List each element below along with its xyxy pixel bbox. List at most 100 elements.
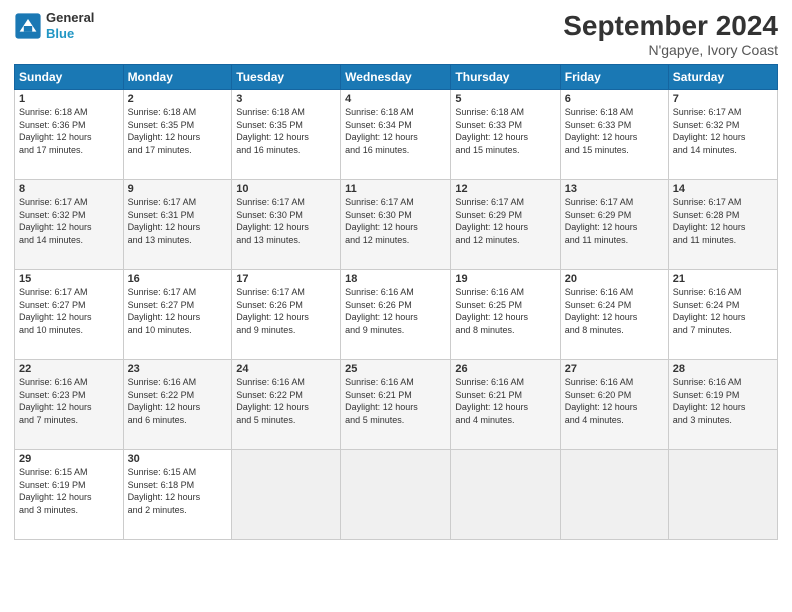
calendar-cell (668, 450, 777, 540)
day-number: 29 (19, 453, 119, 465)
calendar-cell (560, 450, 668, 540)
day-info: Sunrise: 6:16 AMSunset: 6:24 PMDaylight:… (673, 286, 773, 336)
day-info: Sunrise: 6:18 AMSunset: 6:33 PMDaylight:… (455, 106, 555, 156)
calendar-cell: 15Sunrise: 6:17 AMSunset: 6:27 PMDayligh… (15, 270, 124, 360)
calendar-cell: 26Sunrise: 6:16 AMSunset: 6:21 PMDayligh… (451, 360, 560, 450)
title-block: September 2024 N'gapye, Ivory Coast (563, 10, 778, 58)
day-info: Sunrise: 6:17 AMSunset: 6:31 PMDaylight:… (128, 196, 228, 246)
day-number: 21 (673, 273, 773, 285)
day-number: 30 (128, 453, 228, 465)
calendar-cell: 7Sunrise: 6:17 AMSunset: 6:32 PMDaylight… (668, 90, 777, 180)
day-info: Sunrise: 6:16 AMSunset: 6:26 PMDaylight:… (345, 286, 446, 336)
calendar-week-row: 22Sunrise: 6:16 AMSunset: 6:23 PMDayligh… (15, 360, 778, 450)
calendar-week-row: 8Sunrise: 6:17 AMSunset: 6:32 PMDaylight… (15, 180, 778, 270)
day-number: 11 (345, 183, 446, 195)
calendar-cell: 17Sunrise: 6:17 AMSunset: 6:26 PMDayligh… (232, 270, 341, 360)
calendar-week-row: 29Sunrise: 6:15 AMSunset: 6:19 PMDayligh… (15, 450, 778, 540)
day-info: Sunrise: 6:17 AMSunset: 6:29 PMDaylight:… (455, 196, 555, 246)
day-info: Sunrise: 6:17 AMSunset: 6:29 PMDaylight:… (565, 196, 664, 246)
day-number: 4 (345, 93, 446, 105)
day-info: Sunrise: 6:17 AMSunset: 6:26 PMDaylight:… (236, 286, 336, 336)
day-info: Sunrise: 6:18 AMSunset: 6:35 PMDaylight:… (128, 106, 228, 156)
calendar-cell: 2Sunrise: 6:18 AMSunset: 6:35 PMDaylight… (123, 90, 232, 180)
calendar-cell (451, 450, 560, 540)
day-info: Sunrise: 6:16 AMSunset: 6:21 PMDaylight:… (345, 376, 446, 426)
day-number: 20 (565, 273, 664, 285)
calendar-cell: 29Sunrise: 6:15 AMSunset: 6:19 PMDayligh… (15, 450, 124, 540)
day-number: 28 (673, 363, 773, 375)
day-number: 27 (565, 363, 664, 375)
day-info: Sunrise: 6:16 AMSunset: 6:25 PMDaylight:… (455, 286, 555, 336)
calendar-cell: 16Sunrise: 6:17 AMSunset: 6:27 PMDayligh… (123, 270, 232, 360)
calendar-title: September 2024 (563, 10, 778, 42)
calendar-cell: 23Sunrise: 6:16 AMSunset: 6:22 PMDayligh… (123, 360, 232, 450)
logo-line1: General (46, 10, 94, 26)
calendar-week-row: 15 Sunrise: 6:17 AMSunset: 6:27 PMDayligh… (15, 270, 778, 360)
day-info: Sunrise: 6:17 AMSunset: 6:30 PMDaylight:… (345, 196, 446, 246)
day-number: 24 (236, 363, 336, 375)
day-number: 6 (565, 93, 664, 105)
day-number: 8 (19, 183, 119, 195)
calendar-cell: 27Sunrise: 6:16 AMSunset: 6:20 PMDayligh… (560, 360, 668, 450)
day-info: Sunrise: 6:17 AMSunset: 6:27 PMDaylight:… (128, 286, 228, 336)
day-number: 7 (673, 93, 773, 105)
calendar-cell: 6Sunrise: 6:18 AMSunset: 6:33 PMDaylight… (560, 90, 668, 180)
calendar-cell: 20Sunrise: 6:16 AMSunset: 6:24 PMDayligh… (560, 270, 668, 360)
calendar-cell: 14Sunrise: 6:17 AMSunset: 6:28 PMDayligh… (668, 180, 777, 270)
calendar-cell: 19Sunrise: 6:16 AMSunset: 6:25 PMDayligh… (451, 270, 560, 360)
day-info: Sunrise: 6:16 AMSunset: 6:24 PMDaylight:… (565, 286, 664, 336)
calendar-cell: 21Sunrise: 6:16 AMSunset: 6:24 PMDayligh… (668, 270, 777, 360)
calendar-week-row: 1Sunrise: 6:18 AMSunset: 6:36 PMDaylight… (15, 90, 778, 180)
logo-icon (14, 12, 42, 40)
calendar-cell: 8Sunrise: 6:17 AMSunset: 6:32 PMDaylight… (15, 180, 124, 270)
calendar-table: SundayMondayTuesdayWednesdayThursdayFrid… (14, 64, 778, 540)
logo: General Blue (14, 10, 94, 41)
calendar-cell: 1Sunrise: 6:18 AMSunset: 6:36 PMDaylight… (15, 90, 124, 180)
day-number: 10 (236, 183, 336, 195)
day-header-wednesday: Wednesday (341, 65, 451, 90)
day-header-tuesday: Tuesday (232, 65, 341, 90)
day-number: 3 (236, 93, 336, 105)
calendar-cell: 5Sunrise: 6:18 AMSunset: 6:33 PMDaylight… (451, 90, 560, 180)
calendar-cell: 12Sunrise: 6:17 AMSunset: 6:29 PMDayligh… (451, 180, 560, 270)
calendar-cell: 18Sunrise: 6:16 AMSunset: 6:26 PMDayligh… (341, 270, 451, 360)
calendar-cell (232, 450, 341, 540)
day-info: Sunrise: 6:16 AMSunset: 6:19 PMDaylight:… (673, 376, 773, 426)
day-info: Sunrise: 6:15 AMSunset: 6:18 PMDaylight:… (128, 466, 228, 516)
day-number: 12 (455, 183, 555, 195)
day-header-monday: Monday (123, 65, 232, 90)
day-number: 15 (19, 273, 119, 285)
day-number: 16 (128, 273, 228, 285)
day-info: Sunrise: 6:16 AMSunset: 6:22 PMDaylight:… (128, 376, 228, 426)
calendar-cell: 10Sunrise: 6:17 AMSunset: 6:30 PMDayligh… (232, 180, 341, 270)
day-info: Sunrise: 6:17 AMSunset: 6:32 PMDaylight:… (19, 196, 119, 246)
day-number: 2 (128, 93, 228, 105)
calendar-cell: 9Sunrise: 6:17 AMSunset: 6:31 PMDaylight… (123, 180, 232, 270)
day-number: 1 (19, 93, 119, 105)
day-number: 13 (565, 183, 664, 195)
calendar-header-row: SundayMondayTuesdayWednesdayThursdayFrid… (15, 65, 778, 90)
day-number: 19 (455, 273, 555, 285)
day-info: Sunrise: 6:16 AMSunset: 6:22 PMDaylight:… (236, 376, 336, 426)
day-info: Sunrise: 6:15 AMSunset: 6:19 PMDaylight:… (19, 466, 119, 516)
day-header-thursday: Thursday (451, 65, 560, 90)
calendar-cell: 11Sunrise: 6:17 AMSunset: 6:30 PMDayligh… (341, 180, 451, 270)
day-number: 26 (455, 363, 555, 375)
day-number: 5 (455, 93, 555, 105)
day-header-sunday: Sunday (15, 65, 124, 90)
header: General Blue September 2024 N'gapye, Ivo… (14, 10, 778, 58)
day-number: 23 (128, 363, 228, 375)
day-number: 22 (19, 363, 119, 375)
day-info: Sunrise: 6:18 AMSunset: 6:33 PMDaylight:… (565, 106, 664, 156)
day-header-saturday: Saturday (668, 65, 777, 90)
calendar-cell: 3Sunrise: 6:18 AMSunset: 6:35 PMDaylight… (232, 90, 341, 180)
logo-text: General Blue (46, 10, 94, 41)
calendar-cell: 22Sunrise: 6:16 AMSunset: 6:23 PMDayligh… (15, 360, 124, 450)
day-info: Sunrise: 6:18 AMSunset: 6:36 PMDaylight:… (19, 106, 119, 156)
day-info: Sunrise: 6:18 AMSunset: 6:34 PMDaylight:… (345, 106, 446, 156)
day-number: 18 (345, 273, 446, 285)
day-number: 17 (236, 273, 336, 285)
day-info: Sunrise: 6:16 AMSunset: 6:21 PMDaylight:… (455, 376, 555, 426)
calendar-cell: 13Sunrise: 6:17 AMSunset: 6:29 PMDayligh… (560, 180, 668, 270)
day-info: Sunrise: 6:17 AMSunset: 6:28 PMDaylight:… (673, 196, 773, 246)
